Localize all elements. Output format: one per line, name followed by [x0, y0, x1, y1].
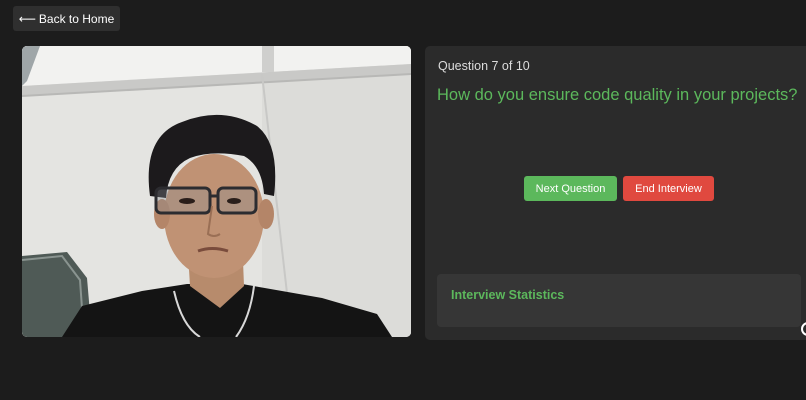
next-question-button[interactable]: Next Question: [524, 176, 617, 201]
back-to-home-button[interactable]: ⟵ Back to Home: [13, 6, 120, 31]
back-button-label: Back to Home: [38, 11, 115, 26]
question-text: How do you ensure code quality in your p…: [437, 86, 798, 104]
back-arrow-icon: ⟵: [18, 11, 36, 26]
webcam-frame: [22, 46, 411, 337]
interview-statistics-panel: Interview Statistics: [437, 274, 801, 327]
question-counter: Question 7 of 10: [438, 59, 530, 73]
webcam-video-feed: [22, 46, 411, 337]
end-interview-button[interactable]: End Interview: [623, 176, 714, 201]
interview-statistics-title: Interview Statistics: [451, 288, 565, 302]
question-panel: Question 7 of 10 How do you ensure code …: [425, 46, 806, 340]
